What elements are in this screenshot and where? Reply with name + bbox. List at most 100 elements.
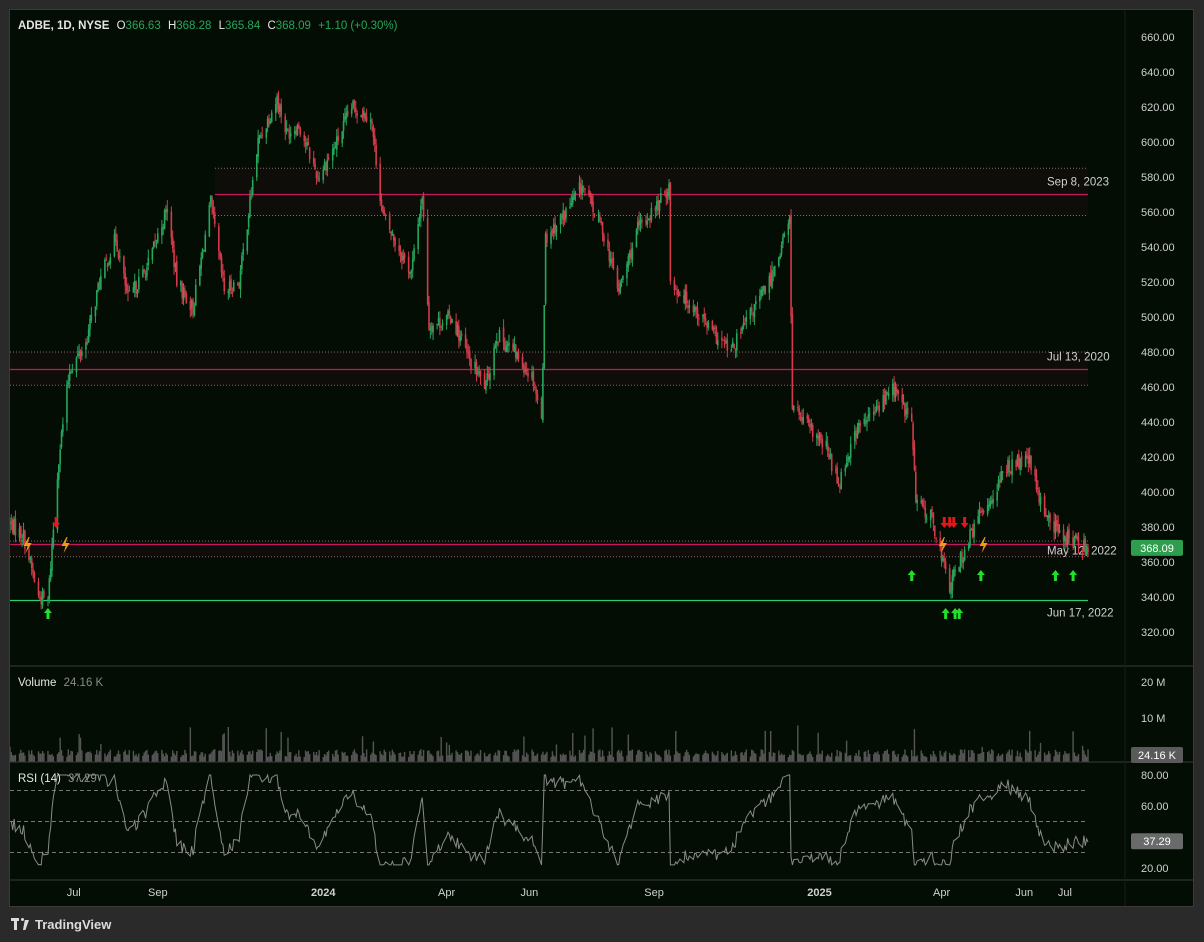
volume-bar xyxy=(306,751,308,762)
volume-bar xyxy=(897,753,899,762)
candle-body xyxy=(1011,459,1013,476)
volume-bar xyxy=(56,753,59,762)
volume-bar xyxy=(180,757,182,762)
volume-label[interactable]: Volume xyxy=(18,677,56,689)
candle-body xyxy=(314,163,316,170)
candle-body xyxy=(982,511,985,513)
volume-bar xyxy=(1028,730,1031,762)
candle-body xyxy=(935,538,937,540)
volume-bar xyxy=(327,750,330,762)
brand-name[interactable]: TradingView xyxy=(35,917,111,932)
volume-bar xyxy=(920,750,922,762)
candle-body xyxy=(440,326,442,328)
buy-arrow-icon xyxy=(941,608,950,619)
volume-bar xyxy=(97,754,99,762)
candle-body xyxy=(859,423,861,426)
candle-body xyxy=(227,291,230,294)
volume-bar xyxy=(155,750,158,762)
volume-axis-tick: 10 M xyxy=(1141,713,1165,725)
candle-body xyxy=(717,340,719,346)
volume-bar xyxy=(1068,753,1070,762)
candle-body xyxy=(105,260,108,262)
rsi-label[interactable]: RSI (14) xyxy=(18,773,61,785)
candle-body xyxy=(493,347,495,376)
volume-bar xyxy=(212,749,215,762)
volume-bar xyxy=(698,754,700,762)
candle-body xyxy=(745,317,748,322)
candle-body xyxy=(1073,537,1076,547)
candle-body xyxy=(627,256,630,267)
volume-bar xyxy=(1053,756,1055,762)
y-tick-label: 540.00 xyxy=(1141,242,1175,254)
volume-bar xyxy=(703,753,705,762)
candle-body xyxy=(125,284,128,291)
open-label: O xyxy=(116,20,126,32)
volume-bar xyxy=(669,755,672,762)
volume-bar xyxy=(676,751,678,762)
candle-body xyxy=(517,351,520,359)
candle-body xyxy=(609,259,612,264)
candle-body xyxy=(410,270,413,273)
volume-bar xyxy=(136,756,139,762)
volume-bar xyxy=(593,753,596,762)
candle-body xyxy=(308,147,311,160)
volume-bar xyxy=(280,731,282,762)
volume-bar xyxy=(1027,752,1030,762)
volume-bar xyxy=(48,754,51,762)
volume-bar xyxy=(695,753,697,762)
candle-body xyxy=(468,350,471,359)
volume-bar xyxy=(997,753,1000,762)
candle-body xyxy=(411,259,414,271)
candle-body xyxy=(707,322,710,328)
candle-body xyxy=(138,277,140,290)
close-value: 368.09 xyxy=(275,20,311,32)
volume-bar xyxy=(161,749,163,762)
candle-body xyxy=(104,259,106,278)
volume-bar xyxy=(734,751,737,762)
candle-body xyxy=(269,121,272,124)
volume-bar xyxy=(948,753,951,762)
volume-bar xyxy=(717,750,719,762)
candle-body xyxy=(826,443,829,452)
volume-bar xyxy=(961,749,963,762)
volume-bar xyxy=(431,754,433,762)
candle-body xyxy=(533,386,536,388)
candle-body xyxy=(722,339,725,341)
candle-body xyxy=(94,306,97,317)
volume-bar xyxy=(440,736,442,762)
candle-body xyxy=(128,290,131,292)
volume-bar xyxy=(390,755,392,762)
x-tick-label: Jun xyxy=(520,887,538,899)
volume-bar xyxy=(218,750,220,762)
volume-bar xyxy=(227,726,230,762)
price-header: ADBE, 1D, NYSE O366.63 H368.28 L365.84 C… xyxy=(18,20,397,32)
volume-bar xyxy=(702,754,704,762)
candle-body xyxy=(921,500,924,507)
volume-bar xyxy=(666,754,669,762)
volume-bar xyxy=(660,757,662,762)
candle-body xyxy=(33,572,36,582)
volume-bar xyxy=(787,757,790,762)
volume-bar xyxy=(195,751,197,762)
candle-body xyxy=(887,393,890,397)
volume-bar xyxy=(478,755,480,762)
volume-bar xyxy=(986,751,989,762)
candle-body xyxy=(790,215,792,317)
volume-bar xyxy=(166,754,168,762)
volume-bar xyxy=(1065,753,1068,762)
candle-body xyxy=(779,255,781,259)
volume-bar xyxy=(829,756,832,762)
volume-bar xyxy=(858,750,860,762)
chart-canvas[interactable]: Sep 8, 2023Jul 13, 2020May 12, 2022Jun 1… xyxy=(10,10,1194,907)
sell-arrow-icon xyxy=(940,517,949,528)
volume-bar xyxy=(874,752,876,762)
candle-body xyxy=(688,305,691,308)
candle-body xyxy=(912,423,914,450)
candle-body xyxy=(778,257,780,267)
volume-bar xyxy=(793,751,795,762)
volume-bar xyxy=(812,757,814,762)
symbol-label[interactable]: ADBE, 1D, NYSE xyxy=(18,20,109,32)
volume-bar xyxy=(1084,754,1086,762)
candle-body xyxy=(914,471,917,502)
volume-bar xyxy=(176,751,178,762)
